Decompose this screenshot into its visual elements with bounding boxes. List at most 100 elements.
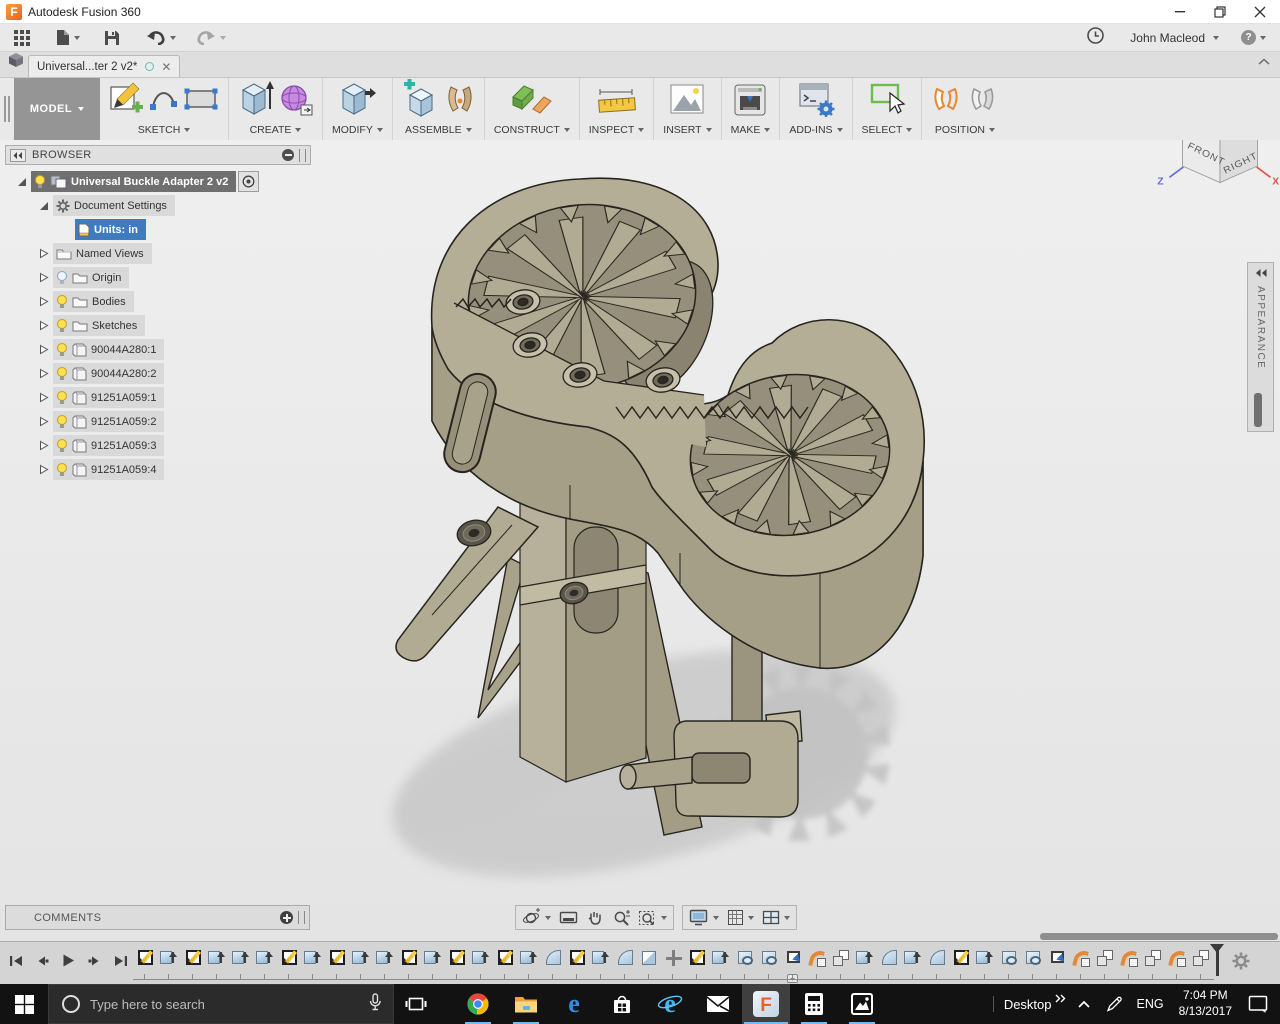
panel-minimize-icon[interactable]: [282, 149, 294, 161]
undo-button[interactable]: [140, 26, 182, 50]
look-at-button[interactable]: [555, 906, 582, 929]
help-button[interactable]: ?: [1241, 30, 1266, 45]
ribbon-group-sketch[interactable]: SKETCH: [100, 78, 229, 140]
visibility-bulb-icon[interactable]: [34, 175, 46, 189]
scripts-addins-icon[interactable]: [797, 81, 835, 122]
create-form-icon[interactable]: [279, 79, 313, 122]
timeline-feature-icon[interactable]: [424, 951, 436, 964]
collapsed-caret-icon[interactable]: [39, 392, 49, 403]
timeline-feature-icon[interactable]: [904, 951, 916, 964]
timeline-feature[interactable]: [277, 947, 301, 973]
timeline-feature-icon[interactable]: [1002, 951, 1016, 964]
browser-row-component[interactable]: 90044A280:2: [39, 363, 164, 384]
timeline-skip-end-button[interactable]: [110, 950, 131, 971]
visibility-bulb-icon[interactable]: [56, 391, 68, 405]
visibility-bulb-icon[interactable]: [56, 367, 68, 381]
timeline-feature[interactable]: [661, 947, 685, 973]
ribbon-group-insert[interactable]: INSERT: [654, 78, 721, 140]
timeline-feature-icon[interactable]: [664, 949, 682, 967]
timeline-feature[interactable]: [1093, 947, 1117, 973]
panel-drag-handle[interactable]: [298, 911, 305, 924]
timeline-feature[interactable]: [733, 947, 757, 973]
restore-button[interactable]: [1200, 0, 1240, 23]
taskbar-app-internet-explorer[interactable]: e: [646, 984, 694, 1024]
timeline-feature-icon[interactable]: [570, 950, 585, 965]
visibility-bulb-icon[interactable]: [56, 439, 68, 453]
zoom-button[interactable]: [608, 906, 634, 929]
collapse-toolbar-chevron-icon[interactable]: [1258, 53, 1270, 71]
timeline-feature[interactable]: [637, 947, 661, 973]
taskbar-app-calculator[interactable]: [790, 984, 838, 1024]
visibility-bulb-icon[interactable]: [56, 319, 68, 333]
timeline-feature[interactable]: [829, 947, 853, 973]
browser-row-document-settings[interactable]: Document Settings: [39, 195, 175, 216]
timeline-feature[interactable]: [325, 947, 349, 973]
collapse-panel-icon[interactable]: [10, 149, 26, 162]
timeline-feature[interactable]: +: [781, 947, 805, 973]
browser-row-component[interactable]: 90044A280:1: [39, 339, 164, 360]
viewports-button[interactable]: [758, 906, 794, 929]
taskbar-search-input[interactable]: Type here to search: [48, 984, 394, 1024]
job-status-icon[interactable]: [1087, 27, 1104, 49]
timeline-feature-icon[interactable]: [1144, 949, 1162, 967]
create-sketch-icon[interactable]: [109, 81, 143, 122]
timeline-feature[interactable]: [1045, 947, 1069, 973]
taskbar-app-fusion360[interactable]: F: [742, 984, 790, 1024]
orbit-button[interactable]: [518, 906, 555, 929]
timeline-feature[interactable]: [901, 947, 925, 973]
joint-icon[interactable]: [445, 81, 475, 122]
timeline-play-button[interactable]: [58, 950, 79, 971]
timeline-feature-icon[interactable]: [738, 951, 752, 964]
taskbar-app-edge[interactable]: e: [550, 984, 598, 1024]
browser-row-component[interactable]: 91251A059:2: [39, 411, 164, 432]
timeline-feature-icon[interactable]: [1026, 951, 1040, 964]
timeline-feature[interactable]: [565, 947, 589, 973]
expand-panel-icon[interactable]: [1254, 268, 1268, 278]
browser-row-bodies[interactable]: Bodies: [39, 291, 134, 312]
display-settings-button[interactable]: [685, 906, 723, 929]
visibility-bulb-icon[interactable]: [56, 415, 68, 429]
timeline-feature[interactable]: [493, 947, 517, 973]
collapsed-caret-icon[interactable]: [39, 296, 49, 307]
timeline-step-back-button[interactable]: [32, 950, 53, 971]
user-account-button[interactable]: John Macleod: [1130, 31, 1205, 45]
browser-row-root[interactable]: Universal Buckle Adapter 2 v2: [17, 171, 259, 192]
timeline-feature-icon[interactable]: [1096, 949, 1114, 967]
timeline-feature[interactable]: [517, 947, 541, 973]
minimize-button[interactable]: [1160, 0, 1200, 23]
pan-button[interactable]: [582, 906, 608, 929]
timeline-feature[interactable]: [949, 947, 973, 973]
timeline-feature-icon[interactable]: [450, 950, 465, 965]
timeline-feature-icon[interactable]: [352, 951, 364, 964]
ribbon-group-inspect[interactable]: INSPECT: [580, 78, 655, 140]
collapsed-caret-icon[interactable]: [39, 440, 49, 451]
ribbon-group-addins[interactable]: ADD-INS: [780, 78, 852, 140]
spline-icon[interactable]: [148, 81, 178, 122]
timeline-settings-gear-icon[interactable]: [1231, 951, 1251, 976]
browser-row-component[interactable]: 91251A059:4: [39, 459, 164, 480]
taskbar-app-mail[interactable]: [694, 984, 742, 1024]
measure-icon[interactable]: [597, 83, 637, 122]
taskbar-app-chrome[interactable]: [454, 984, 502, 1024]
taskbar-app-photos[interactable]: [838, 984, 886, 1024]
timeline-feature[interactable]: [853, 947, 877, 973]
tab-close-icon[interactable]: ✕: [161, 62, 171, 72]
timeline-feature[interactable]: [157, 947, 181, 973]
timeline-feature[interactable]: [205, 947, 229, 973]
timeline-feature[interactable]: [997, 947, 1021, 973]
expanded-caret-icon[interactable]: [39, 201, 49, 211]
timeline-feature[interactable]: [469, 947, 493, 973]
timeline-feature-icon[interactable]: [256, 951, 268, 964]
ribbon-group-assemble[interactable]: ASSEMBLE: [393, 78, 485, 140]
timeline-feature[interactable]: [1021, 947, 1045, 973]
timeline-feature-icon[interactable]: [208, 951, 220, 964]
activate-component-radio[interactable]: [238, 171, 259, 192]
document-tab[interactable]: Universal...ter 2 v2* ✕: [28, 55, 180, 77]
browser-row-component[interactable]: 91251A059:3: [39, 435, 164, 456]
ribbon-grip-handle[interactable]: [0, 78, 14, 140]
windows-ink-pen-icon[interactable]: [1098, 984, 1130, 1024]
timeline-feature-icon[interactable]: [304, 951, 316, 964]
task-view-button[interactable]: [394, 984, 438, 1024]
new-component-icon[interactable]: [402, 79, 440, 122]
timeline-feature-icon[interactable]: [138, 950, 153, 965]
